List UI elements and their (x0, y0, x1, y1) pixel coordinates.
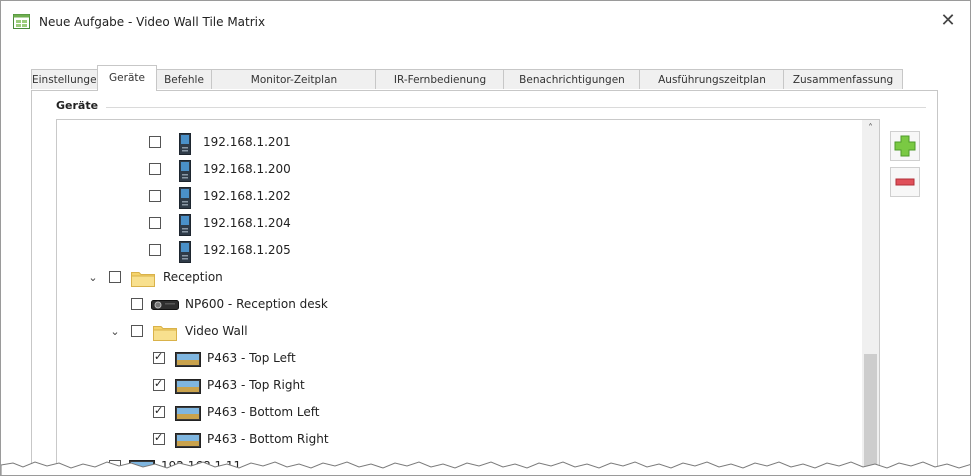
window-title: Neue Aufgabe - Video Wall Tile Matrix (39, 15, 266, 29)
pc-tower-icon (179, 187, 191, 209)
pc-tower-icon (179, 160, 191, 182)
add-device-button[interactable] (890, 131, 920, 161)
remove-device-button[interactable] (890, 167, 920, 197)
remove-minus-icon (895, 178, 915, 186)
scroll-thumb[interactable] (864, 354, 877, 472)
tree-item-checkbox[interactable] (153, 377, 165, 391)
display-icon (175, 352, 201, 367)
tree-item-device[interactable]: 192.168.1.201 (57, 130, 857, 157)
tree-item-device[interactable]: 192.168.1.200 (57, 157, 857, 184)
tree-item-label: 192.168.1.200 (203, 162, 291, 176)
tree-item-checkbox[interactable] (131, 298, 143, 310)
tab-geraete[interactable]: Geräte (97, 65, 157, 91)
tree-item-checkbox[interactable] (153, 350, 165, 364)
tree-item-checkbox[interactable] (149, 163, 161, 175)
pc-tower-icon (179, 241, 191, 263)
tree-item-label: 192.168.1.205 (203, 243, 291, 257)
display-icon (175, 406, 201, 421)
display-icon (175, 433, 201, 448)
add-plus-icon (894, 135, 916, 157)
torn-edge-decoration (1, 461, 970, 475)
tree-item-device[interactable]: 192.168.1.202 (57, 184, 857, 211)
projector-icon (151, 300, 179, 310)
group-divider (106, 107, 926, 108)
pc-tower-icon (179, 133, 191, 155)
tree-item-checkbox[interactable] (149, 136, 161, 148)
tree-item-display[interactable]: P463 - Top Right (57, 373, 857, 400)
device-tree[interactable]: 192.168.1.201 192.168.1.200 192.168.1.20… (56, 119, 880, 472)
tree-item-folder-video-wall[interactable]: ⌄ Video Wall (57, 319, 857, 346)
close-icon[interactable]: ✕ (937, 10, 959, 32)
tree-item-checkbox[interactable] (153, 404, 165, 418)
tree-item-device[interactable]: 192.168.1.204 (57, 211, 857, 238)
tree-item-checkbox[interactable] (149, 217, 161, 229)
tree-item-label: NP600 - Reception desk (185, 297, 328, 311)
devices-group-label: Geräte (56, 99, 99, 112)
tree-item-checkbox[interactable] (109, 271, 121, 283)
chevron-down-icon[interactable]: ⌄ (87, 271, 99, 285)
chevron-down-icon[interactable]: ⌄ (109, 325, 121, 339)
tree-item-checkbox[interactable] (149, 244, 161, 256)
pc-tower-icon (179, 214, 191, 236)
tab-ausfuehrungszeitplan[interactable]: Ausführungszeitplan (639, 69, 785, 89)
tab-befehle[interactable]: Befehle (155, 69, 213, 89)
devices-tab-panel: Geräte 192.168.1.201 192.168.1.200 192.1… (31, 90, 938, 472)
tree-scrollbar[interactable]: ˄ (862, 120, 879, 472)
folder-icon (131, 272, 155, 287)
tree-item-label: P463 - Bottom Right (207, 432, 329, 446)
task-window-icon (13, 14, 30, 29)
tree-item-display[interactable]: P463 - Top Left (57, 346, 857, 373)
tree-item-label: P463 - Bottom Left (207, 405, 320, 419)
tree-item-label: P463 - Top Right (207, 378, 305, 392)
tree-item-checkbox[interactable] (153, 431, 165, 445)
scroll-up-arrow-icon[interactable]: ˄ (862, 120, 879, 137)
tree-item-label: P463 - Top Left (207, 351, 296, 365)
tree-item-label: 192.168.1.202 (203, 189, 291, 203)
tree-item-display[interactable]: P463 - Bottom Right (57, 427, 857, 454)
dialog-window: Neue Aufgabe - Video Wall Tile Matrix ✕ … (0, 0, 971, 476)
tree-item-folder-reception[interactable]: ⌄ Reception (57, 265, 857, 292)
folder-icon (153, 326, 177, 341)
tree-item-device[interactable]: 192.168.1.205 (57, 238, 857, 265)
tree-item-display[interactable]: P463 - Bottom Left (57, 400, 857, 427)
tree-item-checkbox[interactable] (149, 190, 161, 202)
display-icon (175, 379, 201, 394)
tab-ir-fernbedienung[interactable]: IR-Fernbedienung (375, 69, 505, 89)
tree-item-label: 192.168.1.204 (203, 216, 291, 230)
tree-item-checkbox[interactable] (131, 325, 143, 337)
tree-item-label: Video Wall (185, 324, 248, 338)
tree-item-label: Reception (163, 270, 223, 284)
tree-item-device[interactable]: NP600 - Reception desk (57, 292, 857, 319)
tree-item-label: 192.168.1.201 (203, 135, 291, 149)
title-bar: Neue Aufgabe - Video Wall Tile Matrix ✕ (1, 1, 970, 45)
tab-einstellungen[interactable]: Einstellungen (31, 69, 99, 89)
tab-zusammenfassung[interactable]: Zusammenfassung (783, 69, 903, 89)
tab-monitor-zeitplan[interactable]: Monitor-Zeitplan (211, 69, 377, 89)
tab-benachrichtigungen[interactable]: Benachrichtigungen (503, 69, 641, 89)
